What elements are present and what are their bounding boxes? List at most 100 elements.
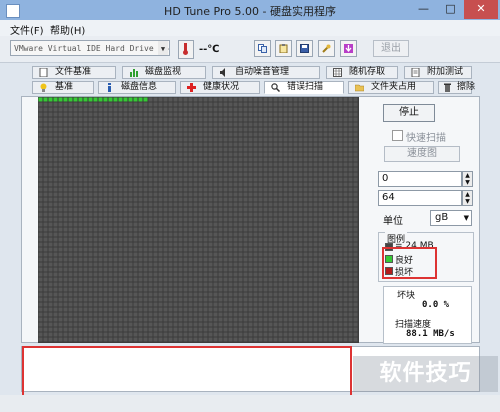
maximize-button[interactable]: □ [437, 0, 464, 19]
block-pending [88, 212, 93, 217]
block-pending [158, 122, 163, 127]
block-pending [313, 132, 318, 137]
block-pending [183, 237, 188, 242]
block-pending [293, 97, 298, 102]
block-pending [53, 252, 58, 257]
block-pending [308, 232, 313, 237]
save-button[interactable] [296, 40, 313, 57]
block-pending [73, 227, 78, 232]
block-pending [158, 337, 163, 342]
block-pending [193, 127, 198, 132]
block-pending [38, 132, 43, 137]
tab-noise-management[interactable]: 自动噪音管理 [212, 66, 320, 79]
block-pending [128, 207, 133, 212]
block-pending [348, 172, 353, 177]
menu-help[interactable]: 帮助(H) [50, 22, 85, 37]
block-pending [343, 222, 348, 227]
copy-screenshot-button[interactable] [275, 40, 292, 57]
spin-up-icon[interactable]: ▲ [463, 172, 472, 179]
block-pending [253, 237, 258, 242]
block-pending [203, 292, 208, 297]
tab-extra-tests[interactable]: 附加测试 [404, 66, 472, 79]
block-pending [273, 217, 278, 222]
block-pending [168, 127, 173, 132]
tab-error-scan[interactable]: 错误扫描 [264, 81, 344, 94]
block-pending [203, 307, 208, 312]
block-pending [108, 187, 113, 192]
block-pending [118, 262, 123, 267]
speed-map-button[interactable]: 速度图 [384, 146, 460, 162]
block-pending [258, 322, 263, 327]
block-pending [83, 262, 88, 267]
copy-info-button[interactable] [254, 40, 271, 57]
block-pending [128, 212, 133, 217]
quick-scan-checkbox[interactable] [392, 130, 403, 141]
tab-health[interactable]: 健康状况 [180, 81, 260, 94]
drive-select[interactable]: VMware Virtual IDE Hard Drive (64 ▼ [10, 40, 170, 56]
block-pending [333, 257, 338, 262]
download-button[interactable] [340, 40, 357, 57]
options-button[interactable] [318, 40, 335, 57]
block-pending [343, 162, 348, 167]
block-pending [193, 302, 198, 307]
block-pending [203, 182, 208, 187]
block-pending [203, 162, 208, 167]
block-pending [58, 267, 63, 272]
block-pending [158, 277, 163, 282]
menu-file[interactable]: 文件(F) [10, 22, 44, 37]
block-pending [163, 162, 168, 167]
block-pending [108, 302, 113, 307]
block-pending [283, 192, 288, 197]
block-pending [313, 277, 318, 282]
block-pending [108, 317, 113, 322]
block-pending [103, 282, 108, 287]
block-pending [178, 167, 183, 172]
tab-disk-info[interactable]: 磁盘信息 [98, 81, 176, 94]
tab-file-benchmark[interactable]: 文件基准 [32, 66, 116, 79]
start-field[interactable]: 0 [378, 171, 462, 187]
block-pending [178, 272, 183, 277]
spin-down-icon[interactable]: ▼ [463, 198, 472, 205]
start-spinner[interactable]: ▲ ▼ [462, 171, 473, 187]
block-pending [318, 312, 323, 317]
block-pending [228, 182, 233, 187]
block-pending [188, 197, 193, 202]
block-pending [298, 187, 303, 192]
block-pending [88, 297, 93, 302]
block-pending [218, 167, 223, 172]
end-spinner[interactable]: ▲ ▼ [462, 190, 473, 206]
block-pending [148, 317, 153, 322]
minimize-button[interactable]: — [410, 0, 437, 19]
block-pending [118, 317, 123, 322]
block-pending [178, 197, 183, 202]
block-pending [113, 247, 118, 252]
exit-button[interactable]: 退出 [373, 40, 409, 57]
block-pending [218, 157, 223, 162]
end-field[interactable]: 64 [378, 190, 462, 206]
block-pending [158, 327, 163, 332]
block-pending [173, 227, 178, 232]
spin-down-icon[interactable]: ▼ [463, 179, 472, 186]
block-pending [153, 337, 158, 342]
tab-random-access[interactable]: 随机存取 [326, 66, 398, 79]
block-pending [113, 207, 118, 212]
block-pending [188, 132, 193, 137]
block-pending [213, 282, 218, 287]
block-pending [118, 337, 123, 342]
block-pending [168, 307, 173, 312]
clipboard-icon [279, 44, 288, 53]
stop-button[interactable]: 停止 [383, 104, 435, 122]
unit-select[interactable]: gB ▼ [430, 210, 472, 226]
block-pending [268, 197, 273, 202]
block-pending [318, 192, 323, 197]
block-pending [298, 237, 303, 242]
close-button[interactable]: ✕ [464, 0, 498, 19]
tab-benchmark[interactable]: 基准 [32, 81, 94, 94]
block-pending [248, 327, 253, 332]
block-pending [38, 167, 43, 172]
tab-erase[interactable]: 擦除 [438, 81, 475, 94]
tab-folder-usage[interactable]: 文件夹占用 [348, 81, 434, 94]
tab-disk-monitor[interactable]: 磁盘监视 [122, 66, 206, 79]
block-pending [338, 167, 343, 172]
spin-up-icon[interactable]: ▲ [463, 191, 472, 198]
